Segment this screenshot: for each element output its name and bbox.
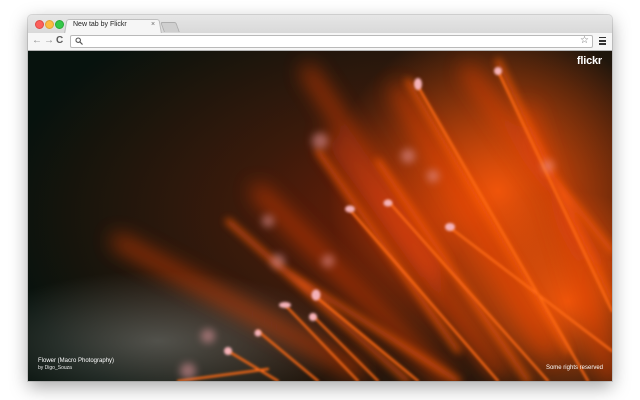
reload-icon[interactable]: C (56, 35, 63, 47)
flickr-logo[interactable]: flickr (577, 55, 602, 67)
back-arrow-icon[interactable]: ← (32, 35, 42, 47)
zoom-window-button[interactable] (55, 20, 64, 29)
close-window-button[interactable] (35, 20, 44, 29)
tab-title: New tab by Flickr (73, 21, 127, 28)
close-icon[interactable]: × (151, 20, 155, 29)
screenshot-stage: New tab by Flickr × ← → C ☆ flickr Flowe… (0, 0, 640, 400)
photo-caption: Flower (Macro Photography) by Digo_Souza (38, 358, 114, 372)
search-icon (75, 37, 83, 45)
tab-strip: New tab by Flickr × (28, 15, 612, 34)
hamburger-menu-icon[interactable] (599, 37, 606, 45)
background-photo (28, 51, 612, 381)
address-bar[interactable]: ☆ (70, 35, 593, 48)
browser-window: New tab by Flickr × ← → C ☆ flickr Flowe… (28, 15, 612, 381)
new-tab-page: flickr Flower (Macro Photography) by Dig… (28, 51, 612, 381)
license-link[interactable]: Some rights reserved (546, 365, 603, 371)
photo-author-link[interactable]: by Digo_Souza (38, 365, 114, 372)
address-input[interactable] (85, 36, 575, 47)
forward-arrow-icon[interactable]: → (44, 35, 54, 47)
star-icon[interactable]: ☆ (580, 35, 589, 47)
photo-title-link[interactable]: Flower (Macro Photography) (38, 358, 114, 365)
new-tab-button[interactable] (160, 22, 180, 32)
browser-toolbar: ← → C ☆ (28, 33, 612, 51)
minimize-window-button[interactable] (45, 20, 54, 29)
